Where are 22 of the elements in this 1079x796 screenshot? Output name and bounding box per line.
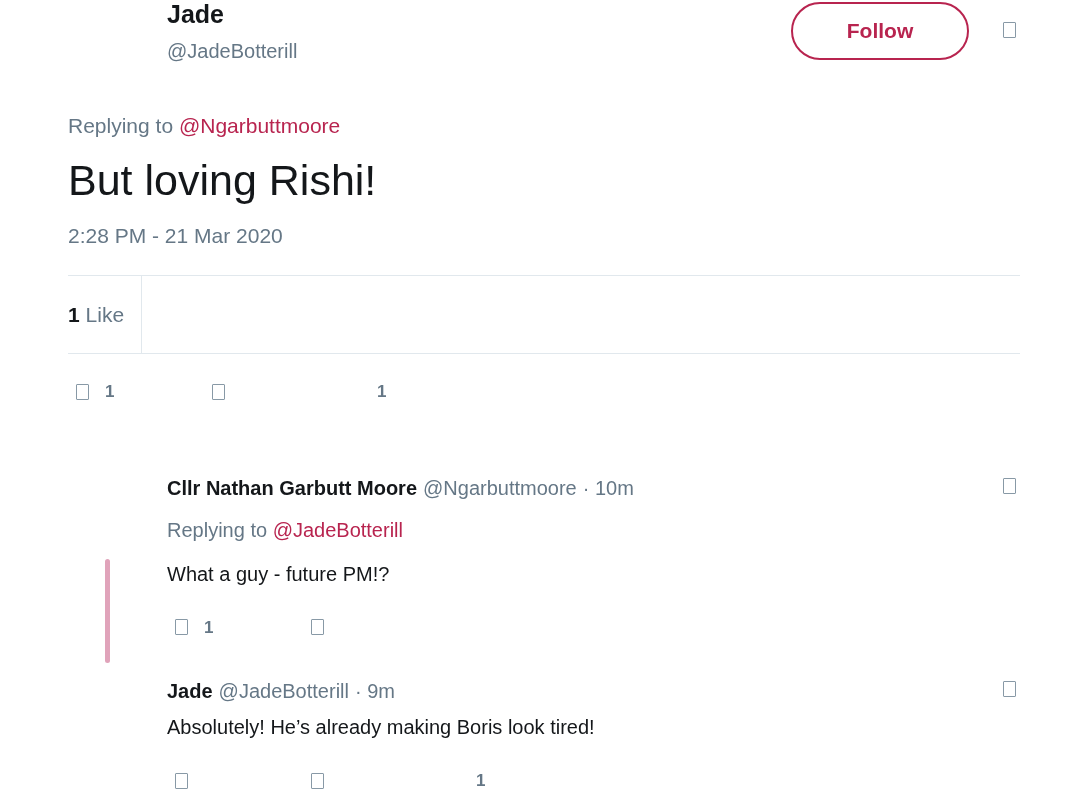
replying-to-line: Replying to @Ngarbuttmoore: [68, 113, 342, 139]
reply-author[interactable]: Jade: [167, 676, 213, 706]
reply-time[interactable]: · 10m: [582, 472, 634, 503]
action-count: 1: [476, 770, 486, 792]
like-count[interactable]: 1 Like: [68, 298, 125, 331]
reply-text: What a guy - future PM!?: [167, 561, 391, 587]
action-count: 1: [105, 381, 115, 403]
tweet-text: But loving Rishi!: [68, 154, 378, 206]
action-count: 1: [377, 381, 387, 403]
mention-link[interactable]: @JadeBotterill: [272, 518, 403, 541]
reply-text: Absolutely! He’s already making Boris look tired!: [167, 715, 596, 740]
reply-handle[interactable]: @JadeBotterill: [218, 676, 349, 706]
reply-handle[interactable]: @Ngarbuttmoore: [423, 472, 577, 503]
follow-button[interactable]: Follow: [791, 2, 969, 60]
action-count: 1: [204, 616, 214, 639]
reply-author[interactable]: Cllr Nathan Garbutt Moore: [167, 472, 417, 503]
author-handle[interactable]: @JadeBotterill: [167, 36, 791, 66]
tweet-timestamp[interactable]: 2:28 PM - 21 Mar 2020: [68, 219, 1020, 251]
replying-to-line: Replying to @JadeBotterill: [167, 517, 404, 543]
reply-time[interactable]: · 9m: [354, 676, 395, 706]
author-name[interactable]: Jade: [167, 0, 791, 28]
mention-link[interactable]: @Ngarbuttmoore: [178, 114, 341, 137]
